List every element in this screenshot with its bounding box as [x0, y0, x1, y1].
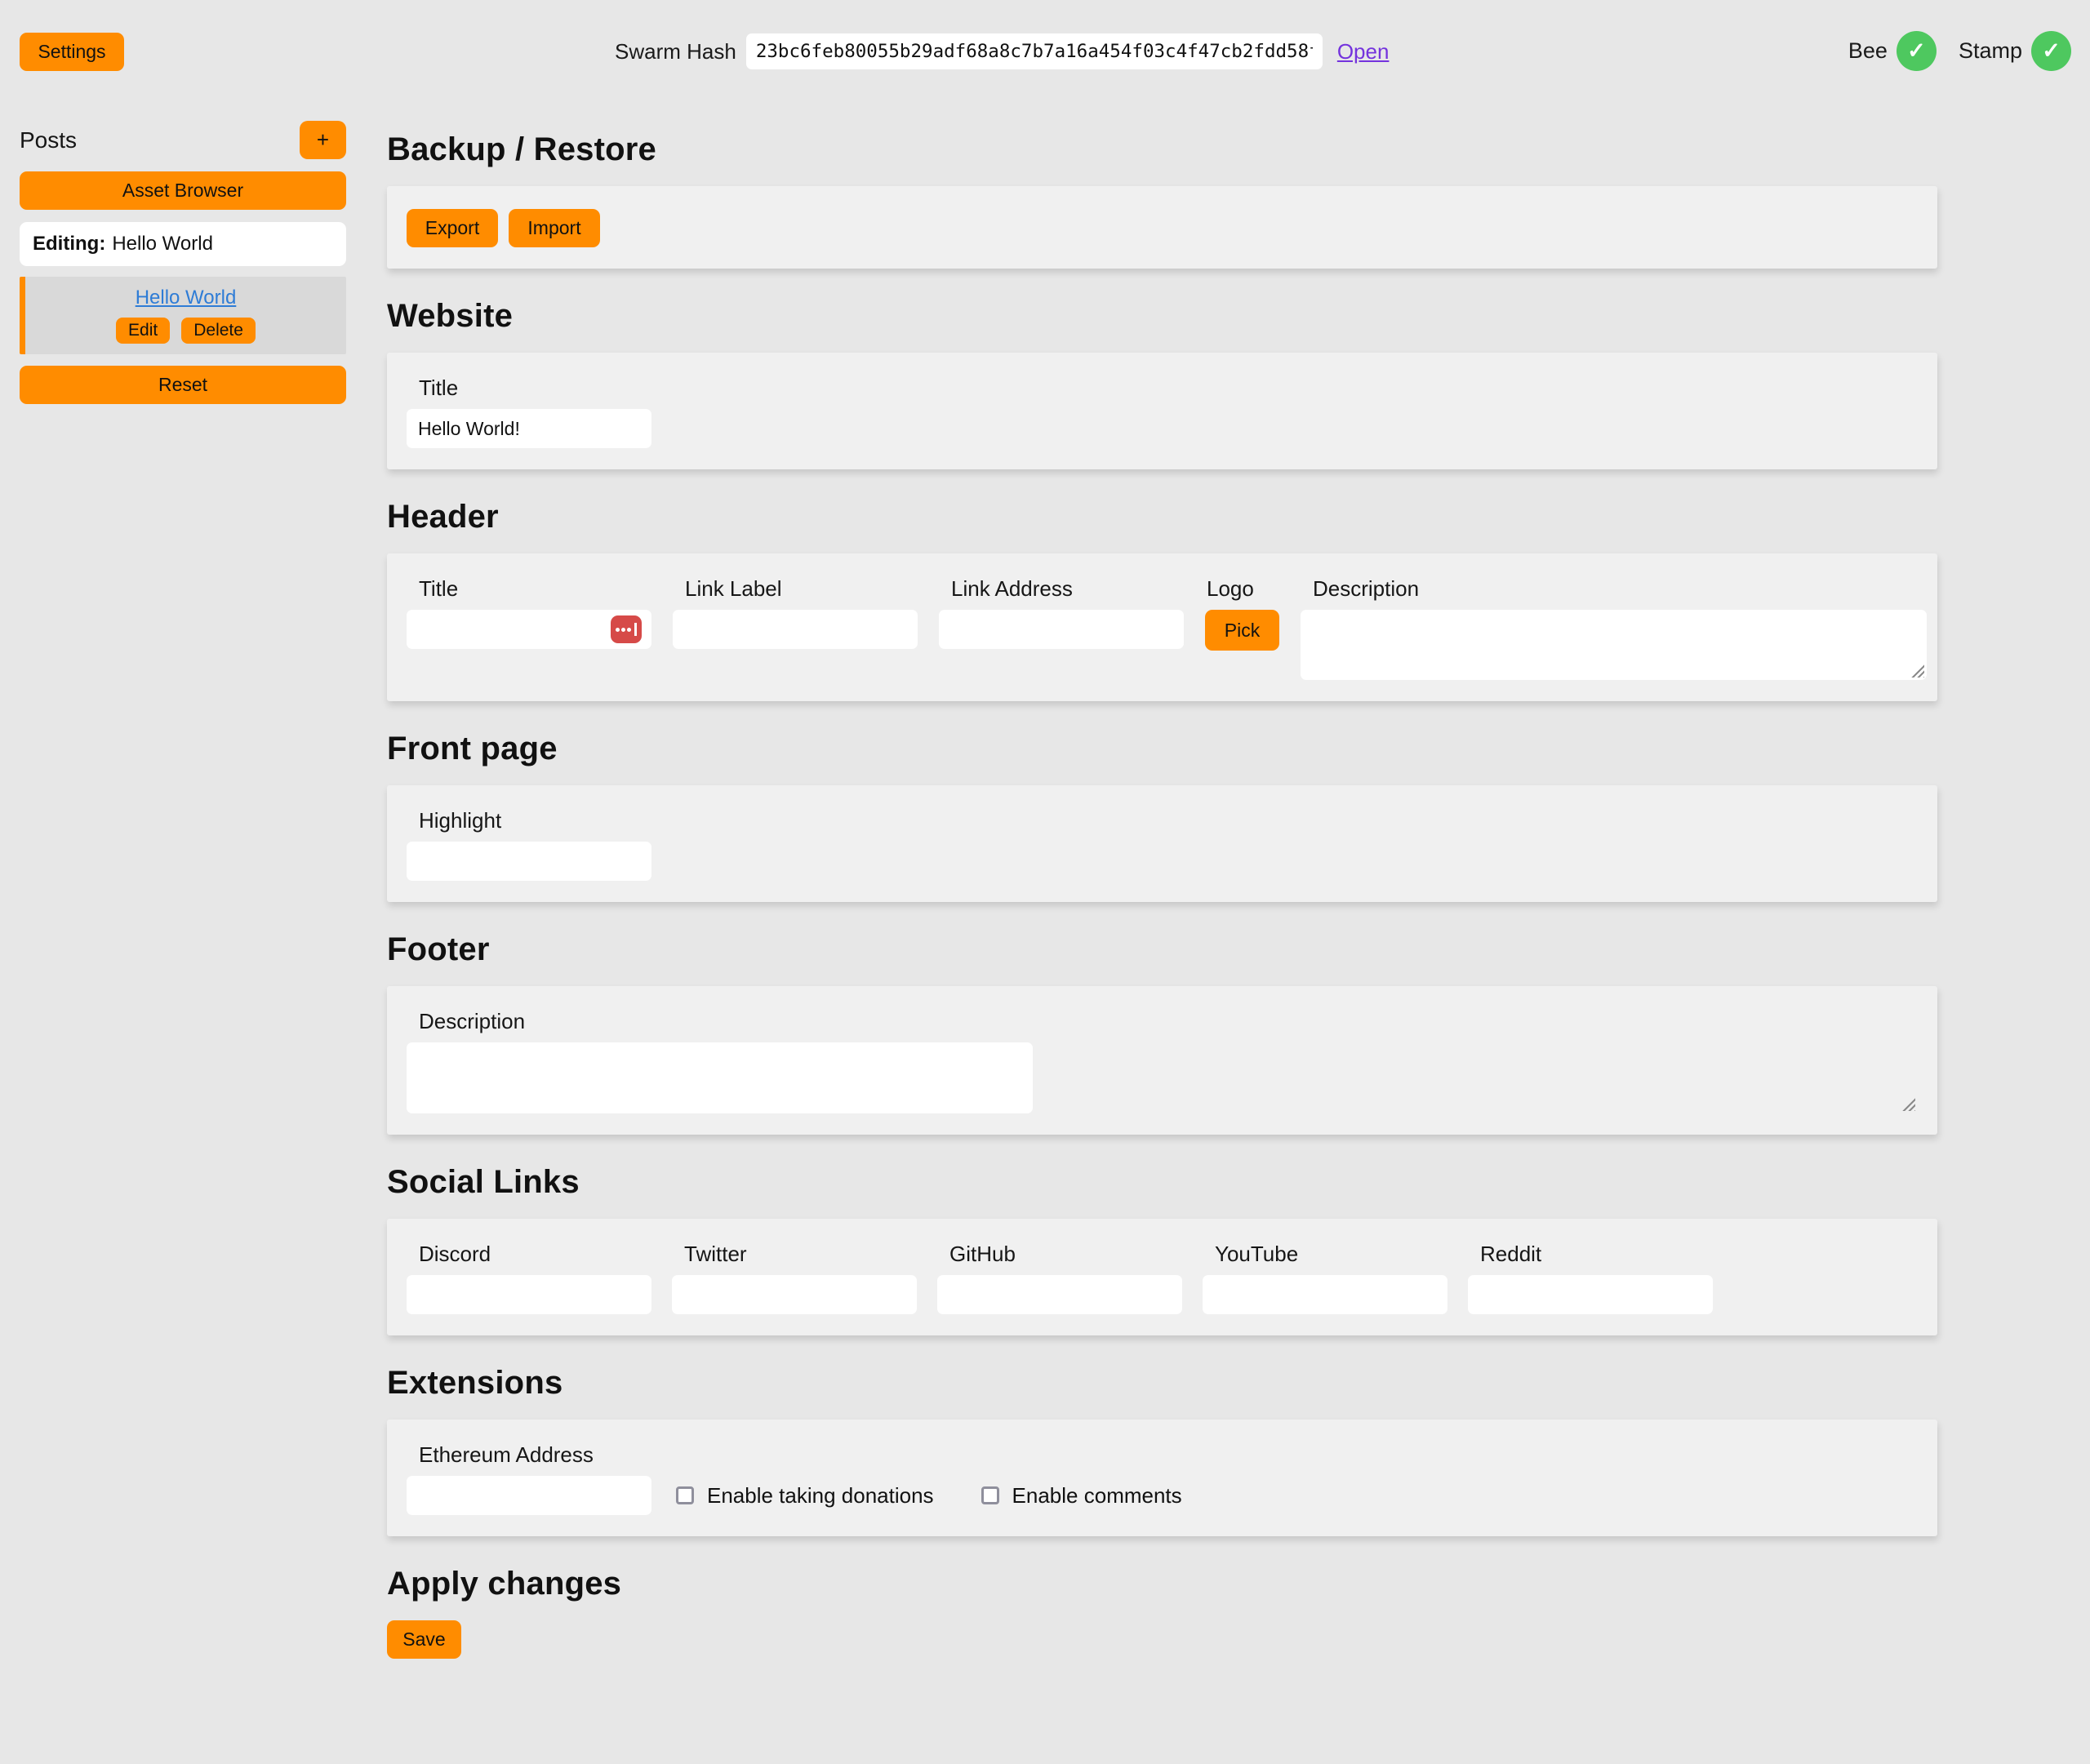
- extensions-panel: Ethereum Address Enable taking donations…: [387, 1420, 1937, 1536]
- settings-button[interactable]: Settings: [20, 33, 124, 71]
- enable-donations-label: Enable taking donations: [707, 1483, 934, 1509]
- comments-checkbox-group: Enable comments: [981, 1483, 1182, 1509]
- header-logo-label: Logo: [1207, 576, 1279, 602]
- editing-indicator: Editing: Hello World: [20, 222, 346, 266]
- apply-changes-heading: Apply changes: [387, 1566, 1937, 1602]
- header-description-textarea[interactable]: [1301, 610, 1927, 680]
- section-website: Website Title: [387, 298, 1937, 469]
- section-footer: Footer Description: [387, 931, 1937, 1135]
- section-apply-changes: Apply changes Save: [387, 1566, 1937, 1659]
- editing-label: Editing:: [33, 233, 105, 255]
- ethereum-address-input[interactable]: [407, 1476, 651, 1515]
- twitter-label: Twitter: [684, 1242, 917, 1267]
- header-link-label-label: Link Label: [685, 576, 918, 602]
- reddit-label: Reddit: [1480, 1242, 1713, 1267]
- backup-restore-panel: Export Import: [387, 186, 1937, 269]
- github-label: GitHub: [949, 1242, 1182, 1267]
- section-extensions: Extensions Ethereum Address Enable takin…: [387, 1365, 1937, 1536]
- save-button[interactable]: Save: [387, 1620, 461, 1659]
- bee-status-label: Bee: [1848, 38, 1888, 64]
- discord-input[interactable]: [407, 1275, 651, 1314]
- section-backup-restore: Backup / Restore Export Import: [387, 131, 1937, 269]
- website-panel: Title: [387, 353, 1937, 469]
- social-links-panel: Discord Twitter GitHub YouTube: [387, 1219, 1937, 1335]
- section-header: Header Title Link Label: [387, 499, 1937, 701]
- highlight-input[interactable]: [407, 842, 651, 881]
- front-page-panel: Highlight: [387, 785, 1937, 902]
- posts-heading: Posts: [20, 127, 77, 153]
- topbar: Settings Swarm Hash Open Bee ✓ Stamp ✓: [0, 0, 2090, 103]
- website-title-label: Title: [419, 375, 1918, 401]
- donations-checkbox-group: Enable taking donations: [676, 1483, 934, 1509]
- header-description-label: Description: [1313, 576, 1927, 602]
- password-manager-icon[interactable]: [611, 615, 642, 643]
- website-title-input[interactable]: [407, 409, 651, 448]
- section-social-links: Social Links Discord Twitter GitHub: [387, 1164, 1937, 1335]
- edit-post-button[interactable]: Edit: [116, 318, 170, 344]
- footer-description-textarea[interactable]: [407, 1042, 1033, 1113]
- header-heading: Header: [387, 499, 1937, 535]
- swarm-hash-label: Swarm Hash: [615, 39, 736, 64]
- bee-status: Bee ✓: [1848, 31, 1937, 71]
- social-links-heading: Social Links: [387, 1164, 1937, 1201]
- resize-handle-icon[interactable]: [1901, 1097, 1915, 1111]
- header-link-address-label: Link Address: [951, 576, 1184, 602]
- stamp-check-icon: ✓: [2031, 31, 2071, 71]
- logo-pick-button[interactable]: Pick: [1205, 610, 1279, 651]
- section-front-page: Front page Highlight: [387, 731, 1937, 902]
- backup-restore-heading: Backup / Restore: [387, 131, 1937, 168]
- header-panel: Title Link Label Link Address: [387, 553, 1937, 701]
- header-link-address-input[interactable]: [939, 610, 1184, 649]
- bee-check-icon: ✓: [1897, 31, 1937, 71]
- header-title-label: Title: [419, 576, 651, 602]
- youtube-label: YouTube: [1215, 1242, 1447, 1267]
- sidebar: Posts + Asset Browser Editing: Hello Wor…: [20, 121, 346, 416]
- open-link[interactable]: Open: [1337, 39, 1390, 64]
- header-link-label-input[interactable]: [673, 610, 918, 649]
- ethereum-address-label: Ethereum Address: [419, 1442, 651, 1468]
- swarm-hash-input[interactable]: [746, 33, 1323, 69]
- website-heading: Website: [387, 298, 1937, 335]
- stamp-status-label: Stamp: [1959, 38, 2022, 64]
- enable-comments-checkbox[interactable]: [981, 1486, 999, 1504]
- stamp-status: Stamp ✓: [1959, 31, 2071, 71]
- footer-description-label: Description: [419, 1009, 1918, 1034]
- asset-browser-button[interactable]: Asset Browser: [20, 171, 346, 210]
- new-post-button[interactable]: +: [300, 121, 346, 159]
- main-content: Backup / Restore Export Import Website T…: [387, 114, 1937, 1659]
- front-page-heading: Front page: [387, 731, 1937, 767]
- github-input[interactable]: [937, 1275, 1182, 1314]
- status-group: Bee ✓ Stamp ✓: [1848, 31, 2071, 71]
- delete-post-button[interactable]: Delete: [181, 318, 256, 344]
- editing-value: Hello World: [112, 233, 213, 255]
- twitter-input[interactable]: [672, 1275, 917, 1314]
- post-title-link[interactable]: Hello World: [136, 287, 237, 309]
- footer-panel: Description: [387, 986, 1937, 1135]
- export-button[interactable]: Export: [407, 209, 498, 247]
- enable-comments-label: Enable comments: [1012, 1483, 1182, 1509]
- reddit-input[interactable]: [1468, 1275, 1713, 1314]
- post-list-item: Hello World Edit Delete: [20, 277, 346, 354]
- import-button[interactable]: Import: [509, 209, 600, 247]
- swarm-hash-group: Swarm Hash Open: [615, 33, 1389, 70]
- footer-heading: Footer: [387, 931, 1937, 968]
- enable-donations-checkbox[interactable]: [676, 1486, 694, 1504]
- reset-button[interactable]: Reset: [20, 366, 346, 404]
- youtube-input[interactable]: [1203, 1275, 1447, 1314]
- discord-label: Discord: [419, 1242, 651, 1267]
- highlight-label: Highlight: [419, 808, 1918, 833]
- extensions-heading: Extensions: [387, 1365, 1937, 1402]
